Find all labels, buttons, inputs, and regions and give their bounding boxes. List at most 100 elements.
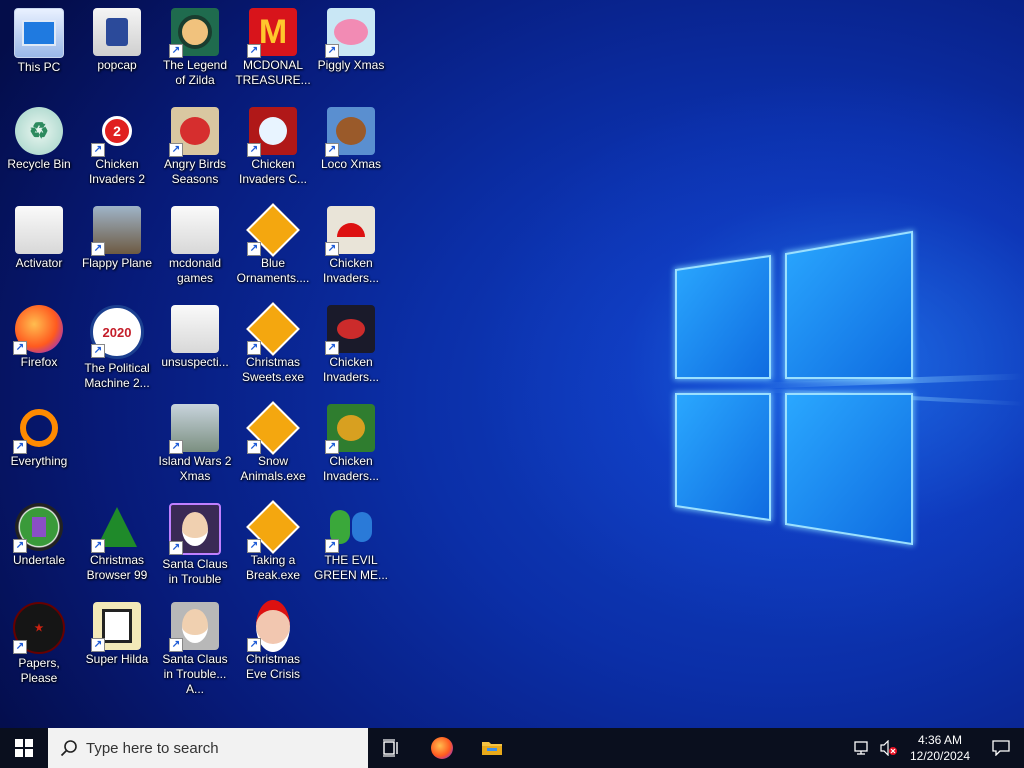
- desktop-icon-chicken-invaders-c[interactable]: ↗ Chicken Invaders C...: [234, 103, 312, 199]
- shortcut-arrow-icon: ↗: [325, 44, 339, 58]
- taskbar-clock[interactable]: 4:36 AM 12/20/2024: [902, 732, 978, 764]
- undertale-icon: ↗: [13, 503, 63, 553]
- shortcut-arrow-icon: ↗: [91, 539, 105, 553]
- desktop-icon-loco-xmas[interactable]: ↗ Loco Xmas: [312, 103, 390, 199]
- desktop-icon-this-pc[interactable]: This PC: [0, 4, 78, 100]
- desktop-icon-island-wars-2-xmas[interactable]: ↗ Island Wars 2 Xmas: [156, 400, 234, 496]
- desktop-icon-piggly-xmas[interactable]: ↗ Piggly Xmas: [312, 4, 390, 100]
- desktop-icon-santa-claus-in-trouble[interactable]: ↗ Santa Claus in Trouble: [156, 499, 234, 595]
- shortcut-arrow-icon: ↗: [91, 143, 105, 157]
- network-icon: [854, 741, 868, 755]
- shortcut-arrow-icon: ↗: [325, 341, 339, 355]
- desktop-icon-everything[interactable]: ↗ Everything: [0, 400, 78, 496]
- papers-please-icon: ★ ↗: [13, 602, 65, 654]
- icon-label: Blue Ornaments....: [236, 256, 310, 285]
- folder-icon: [482, 742, 502, 755]
- desktop-icon-blue-ornaments[interactable]: ↗ Blue Ornaments....: [234, 202, 312, 298]
- puzzle-icon: ↗: [246, 203, 300, 257]
- task-view-button[interactable]: [368, 728, 416, 768]
- icon-label: Santa Claus in Trouble... A...: [162, 652, 228, 696]
- icon-label: Undertale: [12, 553, 66, 567]
- shortcut-arrow-icon: ↗: [247, 44, 261, 58]
- desktop-icon-super-hilda[interactable]: ↗ Super Hilda: [78, 598, 156, 694]
- desktop-icon-taking-a-break[interactable]: ↗ Taking a Break.exe: [234, 499, 312, 595]
- icon-label: Recycle Bin: [7, 157, 71, 171]
- angry-bird-icon: ↗: [169, 107, 219, 157]
- icon-label: Activator: [15, 256, 63, 270]
- desktop-icon-snow-animals[interactable]: ↗ Snow Animals.exe: [234, 400, 312, 496]
- icon-label: MCDONAL TREASURE...: [235, 58, 311, 87]
- desktop-icon-chicken-invaders-space[interactable]: ↗ Chicken Invaders...: [312, 301, 390, 397]
- desktop-icon-popcap[interactable]: popcap: [78, 4, 156, 100]
- system-tray: 4:36 AM 12/20/2024: [850, 728, 1024, 768]
- folder-icon: [171, 305, 219, 353]
- desktop-icon-political-machine[interactable]: 2020 ↗ The Political Machine 2...: [78, 301, 156, 397]
- desktop-icon-chicken-invaders-green[interactable]: ↗ Chicken Invaders...: [312, 400, 390, 496]
- icon-label: The Legend of Zilda: [162, 58, 228, 87]
- magnifier-icon: ↗: [13, 404, 63, 454]
- santa-icon: ↗: [169, 602, 219, 652]
- desktop-icon-papers-please[interactable]: ★ ↗ Papers, Please: [0, 598, 78, 694]
- shortcut-arrow-icon: ↗: [325, 539, 339, 553]
- desktop-icon-angry-birds-seasons[interactable]: ↗ Angry Birds Seasons: [156, 103, 234, 199]
- plane-icon: ↗: [91, 206, 141, 256]
- christmas-tree-icon: ↗: [91, 503, 141, 553]
- firefox-taskbar-button[interactable]: [418, 728, 466, 768]
- windows-wallpaper-logo: [674, 230, 914, 546]
- taskbar-search-box[interactable]: Type here to search: [48, 728, 368, 768]
- icon-label: unsuspecti...: [161, 355, 229, 369]
- windows-logo-icon: [15, 739, 33, 757]
- desktop-icon-santa-claus-in-trouble-a[interactable]: ↗ Santa Claus in Trouble... A...: [156, 598, 234, 696]
- shortcut-arrow-icon: ↗: [13, 640, 27, 654]
- network-button[interactable]: [850, 728, 876, 768]
- desktop-icon-unsuspecti[interactable]: unsuspecti...: [156, 301, 234, 397]
- icon-label: Christmas Sweets.exe: [241, 355, 305, 384]
- icon-label: Santa Claus in Trouble: [162, 557, 228, 586]
- desktop-icon-mcdonal-treasure[interactable]: M ↗ MCDONAL TREASURE...: [234, 4, 312, 100]
- puzzle-icon: ↗: [246, 302, 300, 356]
- desktop-icon-chicken-invaders-2[interactable]: 2 ↗ Chicken Invaders 2: [78, 103, 156, 199]
- icon-label: Papers, Please: [18, 656, 60, 685]
- file-explorer-button[interactable]: [468, 728, 516, 768]
- action-center-button[interactable]: [978, 728, 1024, 768]
- folder-icon: [93, 8, 141, 56]
- icon-label: Chicken Invaders C...: [238, 157, 308, 186]
- desktop-icon-legend-of-zilda[interactable]: ↗ The Legend of Zilda: [156, 4, 234, 100]
- volume-button[interactable]: [876, 728, 902, 768]
- task-view-icon: [383, 739, 398, 757]
- desktop-icon-christmas-eve-crisis[interactable]: ↗ Christmas Eve Crisis: [234, 598, 312, 694]
- icon-label: Flappy Plane: [81, 256, 153, 270]
- folder-icon: [171, 206, 219, 254]
- political-badge-icon: 2020 ↗: [90, 305, 144, 359]
- shortcut-arrow-icon: ↗: [247, 440, 261, 454]
- icon-label: This PC: [17, 60, 61, 74]
- pig-icon: ↗: [325, 8, 375, 58]
- desktop-icon-evil-green-messenger[interactable]: ↗ THE EVIL GREEN ME...: [312, 499, 390, 595]
- desktop-icon-christmas-browser-99[interactable]: ↗ Christmas Browser 99: [78, 499, 156, 595]
- game-character-icon: ↗: [169, 8, 219, 58]
- icon-label: The Political Machine 2...: [84, 361, 150, 390]
- puzzle-icon: ↗: [246, 401, 300, 455]
- desktop-icon-mcdonald-games[interactable]: mcdonald games: [156, 202, 234, 298]
- icon-label: Angry Birds Seasons: [163, 157, 227, 186]
- icon-label: Firefox: [20, 355, 58, 369]
- start-button[interactable]: [0, 728, 48, 768]
- folder-icon: [15, 206, 63, 254]
- bear-icon: ↗: [325, 107, 375, 157]
- desktop-icon-activator[interactable]: Activator: [0, 202, 78, 298]
- snow-island-icon: ↗: [169, 404, 219, 454]
- shortcut-arrow-icon: ↗: [169, 143, 183, 157]
- desktop-icon-chicken-invaders-santa[interactable]: ↗ Chicken Invaders...: [312, 202, 390, 298]
- icon-label: Snow Animals.exe: [240, 454, 306, 483]
- shortcut-arrow-icon: ↗: [91, 242, 105, 256]
- desktop-icon-firefox[interactable]: ↗ Firefox: [0, 301, 78, 397]
- desktop-icon-undertale[interactable]: ↗ Undertale: [0, 499, 78, 595]
- desktop-icon-christmas-sweets[interactable]: ↗ Christmas Sweets.exe: [234, 301, 312, 397]
- puzzle-icon: ↗: [246, 500, 300, 554]
- desktop-icon-flappy-plane[interactable]: ↗ Flappy Plane: [78, 202, 156, 298]
- shortcut-arrow-icon: ↗: [91, 638, 105, 652]
- desktop-icon-recycle-bin[interactable]: ♻ Recycle Bin: [0, 103, 78, 199]
- taskbar: Type here to search 4:36 AM 12/20/2024: [0, 728, 1024, 768]
- shortcut-arrow-icon: ↗: [325, 242, 339, 256]
- volume-muted-icon: [880, 740, 897, 756]
